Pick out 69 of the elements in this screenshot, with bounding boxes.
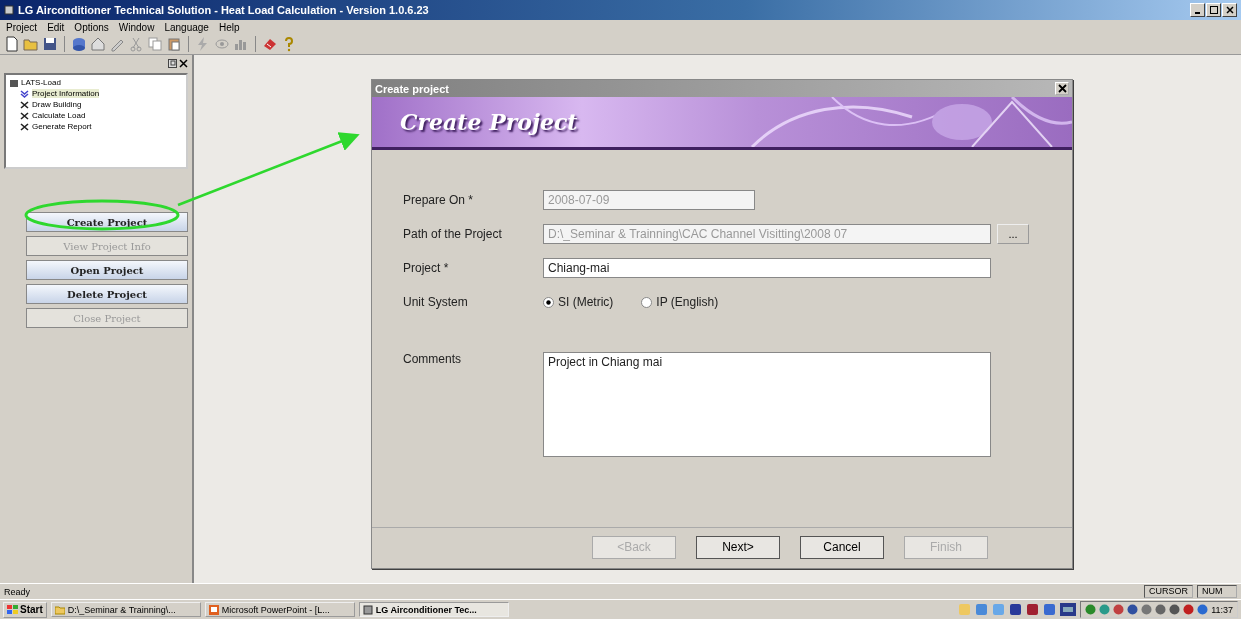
taskbar-button[interactable]: D:\_Seminar & Trainning\... — [50, 602, 201, 617]
dialog-button[interactable]: Cancel — [800, 535, 884, 559]
close-icon — [1225, 6, 1234, 14]
field-label: Prepare On * — [403, 193, 475, 207]
banner-title: Create Project — [400, 109, 578, 135]
copy-icon[interactable] — [147, 36, 163, 52]
field-label: Path of the Project — [403, 227, 503, 241]
maximize-button[interactable] — [1206, 3, 1221, 17]
text-field: 2008-07-09 — [543, 190, 755, 210]
new-file-icon[interactable] — [4, 36, 20, 52]
tray-icon[interactable] — [1155, 604, 1167, 615]
clock: 11:37 — [1211, 604, 1233, 615]
taskbar-button[interactable]: LG Airconditioner Tec... — [358, 602, 509, 617]
tree-item[interactable]: Draw Building — [32, 100, 82, 109]
taskbar-button[interactable]: Microsoft PowerPoint - [L... — [204, 602, 355, 617]
dialog-title: Create project — [375, 82, 450, 95]
slides-icon — [208, 604, 219, 615]
window-title: LG Airconditioner Technical Solution - Heat Load Calculation - Version 1.0.6.23 — [18, 4, 430, 16]
paste-icon[interactable] — [166, 36, 182, 52]
close-icon[interactable] — [179, 59, 188, 68]
menu-item[interactable]: Help — [218, 21, 240, 33]
tray-icon[interactable] — [1197, 604, 1209, 615]
menu-item[interactable]: Window — [118, 21, 155, 33]
radio-button[interactable] — [543, 296, 554, 308]
sidebar-button[interactable]: Delete Project — [26, 284, 188, 304]
status-indicator: CURSOR — [1144, 585, 1193, 598]
start-button[interactable]: Start — [3, 601, 47, 618]
tray-icon[interactable] — [1127, 604, 1139, 615]
comments-field[interactable]: Project in Chiang mai — [543, 352, 991, 457]
menu-item[interactable]: Options — [74, 21, 109, 33]
save-icon[interactable] — [42, 36, 58, 52]
database-icon[interactable] — [71, 36, 87, 52]
app-icon — [362, 604, 373, 615]
radio-label[interactable]: SI (Metric) — [558, 295, 614, 309]
field-label: Unit System — [403, 295, 469, 309]
maximize-icon — [1209, 6, 1218, 14]
status-text: Ready — [4, 586, 31, 597]
radio-button[interactable] — [641, 296, 653, 308]
menu-item[interactable]: Edit — [47, 21, 65, 33]
radio-label[interactable]: IP (English) — [656, 295, 719, 309]
tree-item[interactable]: Generate Report — [32, 122, 92, 131]
menu-item[interactable]: Language — [164, 21, 209, 33]
path-field: D:\_Seminar & Trainning\CAC Channel Visitting\2008 07 — [543, 224, 991, 244]
tree-item[interactable]: Calculate Load — [32, 111, 86, 120]
text-field[interactable]: Chiang-mai — [543, 258, 991, 278]
sidebar-button[interactable]: Open Project — [26, 260, 188, 280]
field-label: Project * — [403, 261, 450, 275]
minimize-button[interactable] — [1190, 3, 1205, 17]
app-icon — [4, 5, 14, 15]
flag-icon — [7, 604, 18, 615]
tray-icon[interactable] — [1113, 604, 1125, 615]
dialog-button[interactable]: Next> — [696, 535, 780, 559]
scissors-icon[interactable] — [128, 36, 144, 52]
tray-icon[interactable] — [1099, 604, 1111, 615]
restore-icon[interactable] — [168, 59, 177, 68]
menu-item[interactable]: Project — [6, 21, 38, 33]
tray-icon[interactable] — [1183, 604, 1195, 615]
eraser-icon[interactable] — [262, 36, 278, 52]
tree-item[interactable]: LATS-Load — [21, 78, 61, 87]
tray-icon[interactable] — [1085, 604, 1097, 615]
tree-item[interactable]: Project Information — [32, 89, 100, 98]
close-button[interactable] — [1055, 82, 1069, 95]
keyboard-icon[interactable] — [1060, 603, 1077, 616]
tray-icon[interactable] — [1169, 604, 1181, 615]
tray-icon[interactable] — [1141, 604, 1153, 615]
house-icon[interactable] — [90, 36, 106, 52]
status-indicator: NUM — [1197, 585, 1237, 598]
field-label: Comments — [403, 352, 462, 366]
close-button[interactable] — [1222, 3, 1237, 17]
